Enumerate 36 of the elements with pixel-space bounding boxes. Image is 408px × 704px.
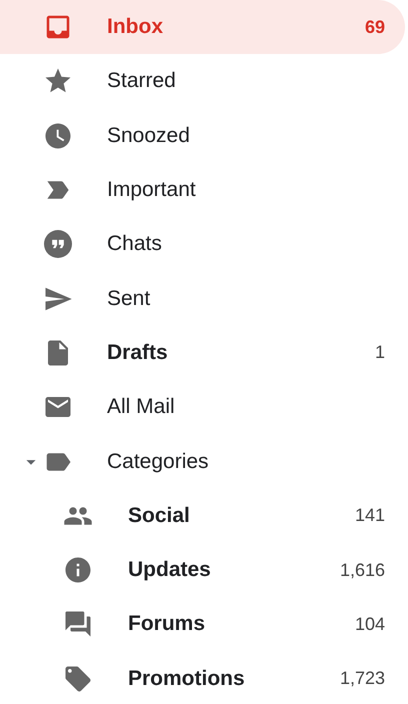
- unread-count: 1,616: [340, 560, 385, 581]
- folder-item[interactable]: Snoozed: [0, 108, 405, 163]
- folder-label: Drafts: [107, 340, 169, 365]
- quote-bubble-icon: [44, 230, 72, 258]
- folder-item[interactable]: Categories: [0, 434, 405, 489]
- unread-count: 1: [374, 342, 385, 364]
- folder-label: Chats: [107, 232, 163, 256]
- folder-label: Starred: [107, 69, 177, 94]
- folder-label: Social: [128, 504, 191, 528]
- unread-count: 69: [364, 16, 385, 38]
- folder-label: All Mail: [107, 395, 176, 420]
- info-icon: [63, 555, 93, 586]
- folder-item[interactable]: Drafts 1: [0, 326, 405, 380]
- folder-item[interactable]: Social 141: [0, 488, 405, 543]
- folder-label: Important: [107, 178, 197, 202]
- folder-item[interactable]: Important: [0, 162, 405, 218]
- unread-count: 141: [354, 505, 385, 526]
- folder-label: Promotions: [128, 666, 246, 691]
- folder-item[interactable]: Chats: [0, 217, 405, 272]
- unread-count: 1,723: [340, 668, 385, 690]
- unread-count: 104: [354, 614, 385, 635]
- folder-item[interactable]: Starred: [0, 54, 405, 109]
- folder-label: Sent: [107, 286, 152, 311]
- folder-item[interactable]: Promotions 1,723: [0, 652, 405, 704]
- folder-item[interactable]: Updates 1,616: [0, 542, 405, 598]
- folder-item[interactable]: Inbox 69: [0, 0, 405, 54]
- folder-label: Forums: [128, 612, 206, 636]
- clock-icon: [43, 120, 73, 151]
- folder-item[interactable]: Forums 104: [0, 597, 405, 652]
- folder-label: Categories: [107, 450, 210, 474]
- folder-item[interactable]: All Mail: [0, 380, 405, 434]
- folder-label: Inbox: [107, 15, 164, 40]
- folder-label: Snoozed: [107, 124, 191, 148]
- folder-label: Updates: [128, 558, 212, 582]
- folder-item[interactable]: Sent: [0, 271, 405, 326]
- tag-icon: [63, 664, 93, 694]
